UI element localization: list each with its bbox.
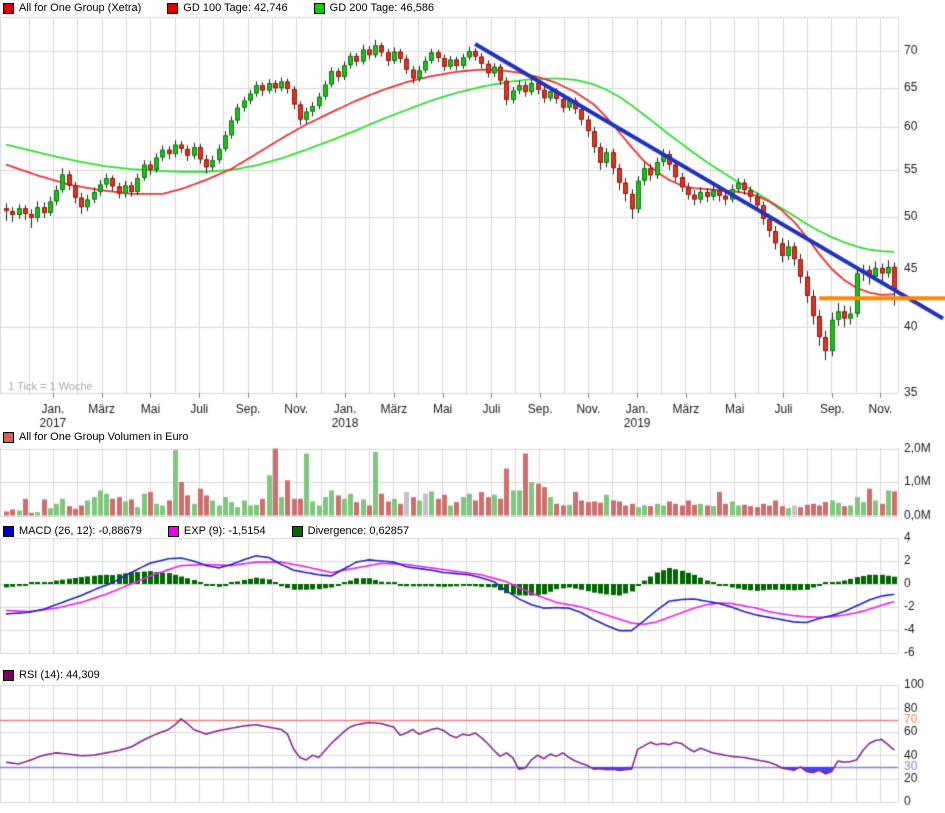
volume-label: All for One Group Volumen in Euro <box>19 431 188 443</box>
instrument-label: All for One Group (Xetra) <box>19 2 141 14</box>
rsi-label: RSI (14): 44,309 <box>19 669 100 681</box>
exp-swatch-icon <box>168 526 179 537</box>
macd-label: MACD (26, 12): -0,88679 <box>19 525 142 537</box>
legend-item-volume: All for One Group Volumen in Euro <box>3 431 188 443</box>
divergence-label: Divergence: 0,62857 <box>308 525 410 537</box>
macd-legend: MACD (26, 12): -0,88679 EXP (9): -1,5154… <box>3 525 409 537</box>
price-legend: All for One Group (Xetra) GD 100 Tage: 4… <box>3 2 434 14</box>
instrument-swatch-icon <box>3 3 14 14</box>
gd100-label: GD 100 Tage: 42,746 <box>183 2 287 14</box>
stock-chart-app: All for One Group (Xetra) GD 100 Tage: 4… <box>0 0 945 813</box>
chart-canvas <box>0 0 945 813</box>
legend-item-exp: EXP (9): -1,5154 <box>168 525 266 537</box>
gd200-swatch-icon <box>314 3 325 14</box>
volume-swatch-icon <box>3 432 14 443</box>
divergence-swatch-icon <box>292 526 303 537</box>
gd100-swatch-icon <box>167 3 178 14</box>
legend-item-rsi: RSI (14): 44,309 <box>3 669 100 681</box>
legend-item-gd100: GD 100 Tage: 42,746 <box>167 2 287 14</box>
legend-item-instrument: All for One Group (Xetra) <box>3 2 141 14</box>
legend-item-divergence: Divergence: 0,62857 <box>292 525 410 537</box>
legend-item-gd200: GD 200 Tage: 46,586 <box>314 2 434 14</box>
macd-swatch-icon <box>3 526 14 537</box>
rsi-swatch-icon <box>3 670 14 681</box>
rsi-legend: RSI (14): 44,309 <box>3 669 100 681</box>
legend-item-macd: MACD (26, 12): -0,88679 <box>3 525 142 537</box>
volume-legend: All for One Group Volumen in Euro <box>3 431 188 443</box>
gd200-label: GD 200 Tage: 46,586 <box>330 2 434 14</box>
exp-label: EXP (9): -1,5154 <box>184 525 266 537</box>
